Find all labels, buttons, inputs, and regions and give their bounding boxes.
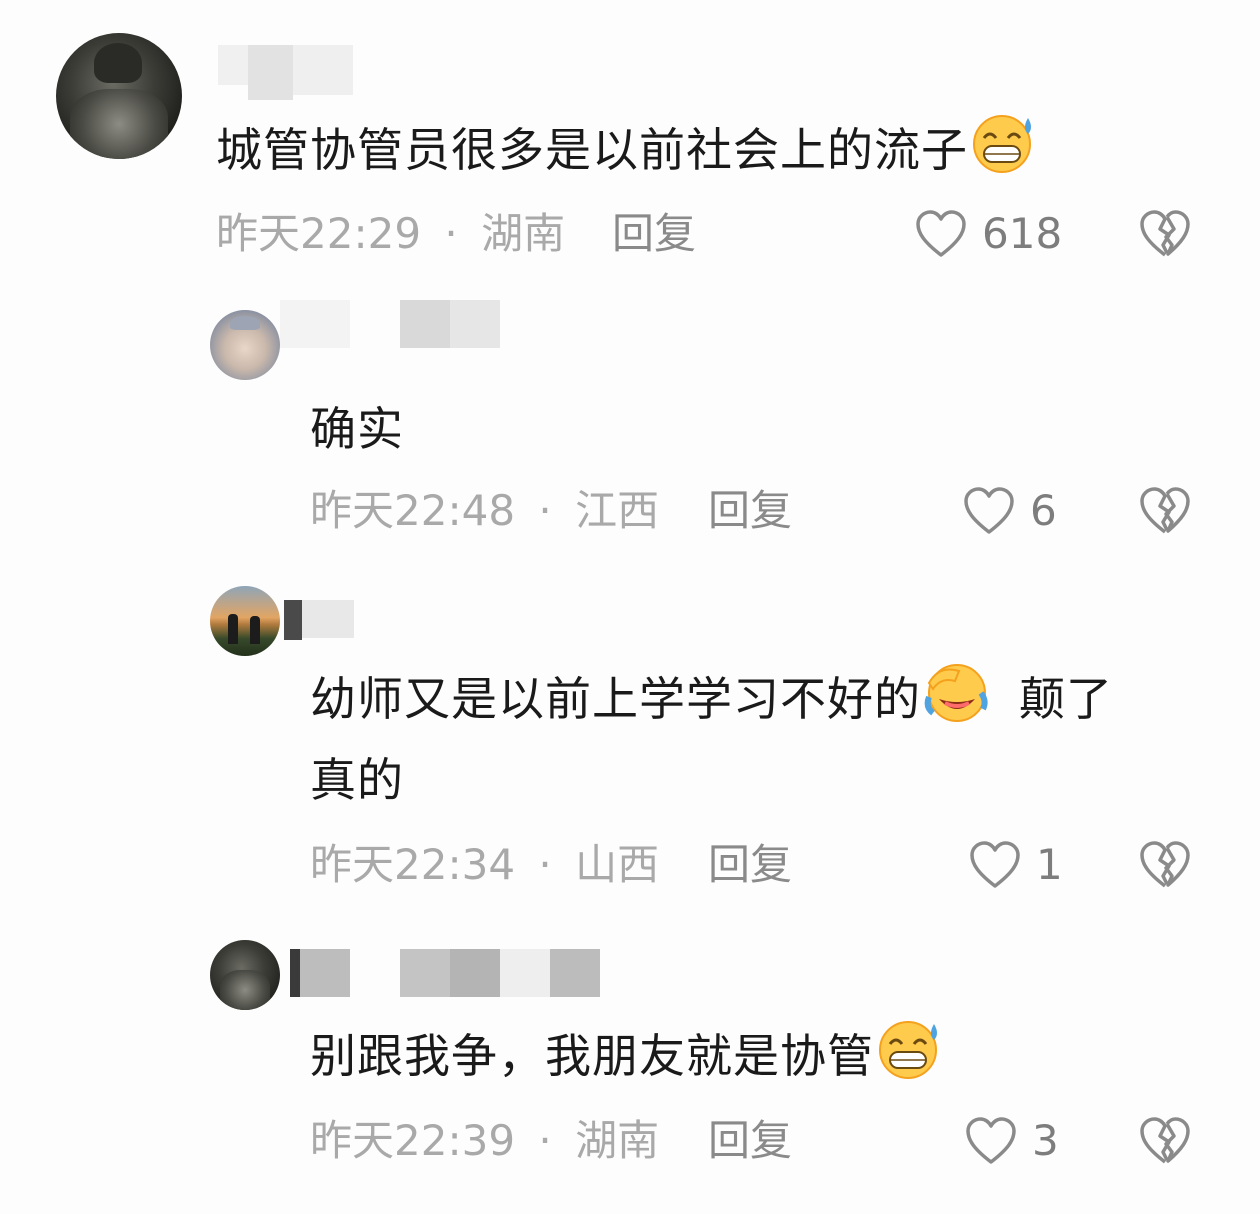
location: 山西 xyxy=(575,840,660,889)
location: 江西 xyxy=(575,486,660,535)
like-button[interactable]: 1 xyxy=(968,840,1063,890)
avatar[interactable] xyxy=(56,33,182,159)
heart-icon xyxy=(966,1117,1016,1164)
dislike-button[interactable] xyxy=(1138,486,1192,536)
comment-text: 别跟我争，我朋友就是协管 xyxy=(310,1016,944,1096)
avatar[interactable] xyxy=(210,586,280,656)
timestamp: 昨天22:29 xyxy=(216,209,422,258)
sweat-grin-emoji xyxy=(876,1018,944,1080)
like-button[interactable]: 6 xyxy=(962,486,1057,536)
laugh-cry-emoji xyxy=(923,661,991,723)
comment-list: 城管协管员很多是以前社会上的流子 昨天22:29 · 湖南 回复 618 确实 … xyxy=(0,0,1260,1214)
dislike-button[interactable] xyxy=(1138,209,1192,259)
comment-text: 确实 xyxy=(310,402,404,456)
separator: · xyxy=(538,840,552,889)
username-redacted xyxy=(284,600,354,650)
separator: · xyxy=(538,486,552,535)
heart-icon xyxy=(916,210,966,257)
like-count: 1 xyxy=(1036,840,1063,889)
location: 湖南 xyxy=(575,1116,660,1165)
reply-button[interactable]: 回复 xyxy=(708,486,792,536)
broken-heart-icon xyxy=(1140,210,1190,257)
avatar[interactable] xyxy=(210,940,280,1010)
like-button[interactable]: 618 xyxy=(914,209,1062,259)
reply-button[interactable]: 回复 xyxy=(708,840,792,890)
username-redacted xyxy=(290,949,600,999)
location: 湖南 xyxy=(481,209,566,258)
comment-text-line2: 真的 xyxy=(310,753,404,807)
username-redacted xyxy=(280,300,500,350)
comment-meta: 昨天22:34 · 山西 xyxy=(310,840,659,890)
separator: · xyxy=(538,1116,552,1165)
broken-heart-icon xyxy=(1140,487,1190,534)
dislike-button[interactable] xyxy=(1138,1116,1192,1166)
comment-text: 城管协管员很多是以前社会上的流子 xyxy=(216,110,1038,190)
avatar[interactable] xyxy=(210,310,280,380)
heart-icon xyxy=(970,841,1020,888)
like-count: 618 xyxy=(982,209,1063,258)
broken-heart-icon xyxy=(1140,841,1190,888)
reply-button[interactable]: 回复 xyxy=(708,1116,792,1166)
sweat-grin-emoji xyxy=(970,112,1038,174)
comment-text: 幼师又是以前上学学习不好的 颠了 xyxy=(310,659,1113,739)
like-count: 3 xyxy=(1032,1116,1059,1165)
username-redacted xyxy=(218,45,353,100)
reply-button[interactable]: 回复 xyxy=(612,209,696,259)
timestamp: 昨天22:34 xyxy=(310,840,516,889)
timestamp: 昨天22:39 xyxy=(310,1116,516,1165)
comment-meta: 昨天22:39 · 湖南 xyxy=(310,1116,659,1166)
comment-meta: 昨天22:48 · 江西 xyxy=(310,486,659,536)
like-button[interactable]: 3 xyxy=(964,1116,1059,1166)
like-count: 6 xyxy=(1030,486,1057,535)
separator: · xyxy=(444,209,458,258)
timestamp: 昨天22:48 xyxy=(310,486,516,535)
dislike-button[interactable] xyxy=(1138,840,1192,890)
broken-heart-icon xyxy=(1140,1117,1190,1164)
heart-icon xyxy=(964,487,1014,534)
comment-meta: 昨天22:29 · 湖南 xyxy=(216,209,565,259)
